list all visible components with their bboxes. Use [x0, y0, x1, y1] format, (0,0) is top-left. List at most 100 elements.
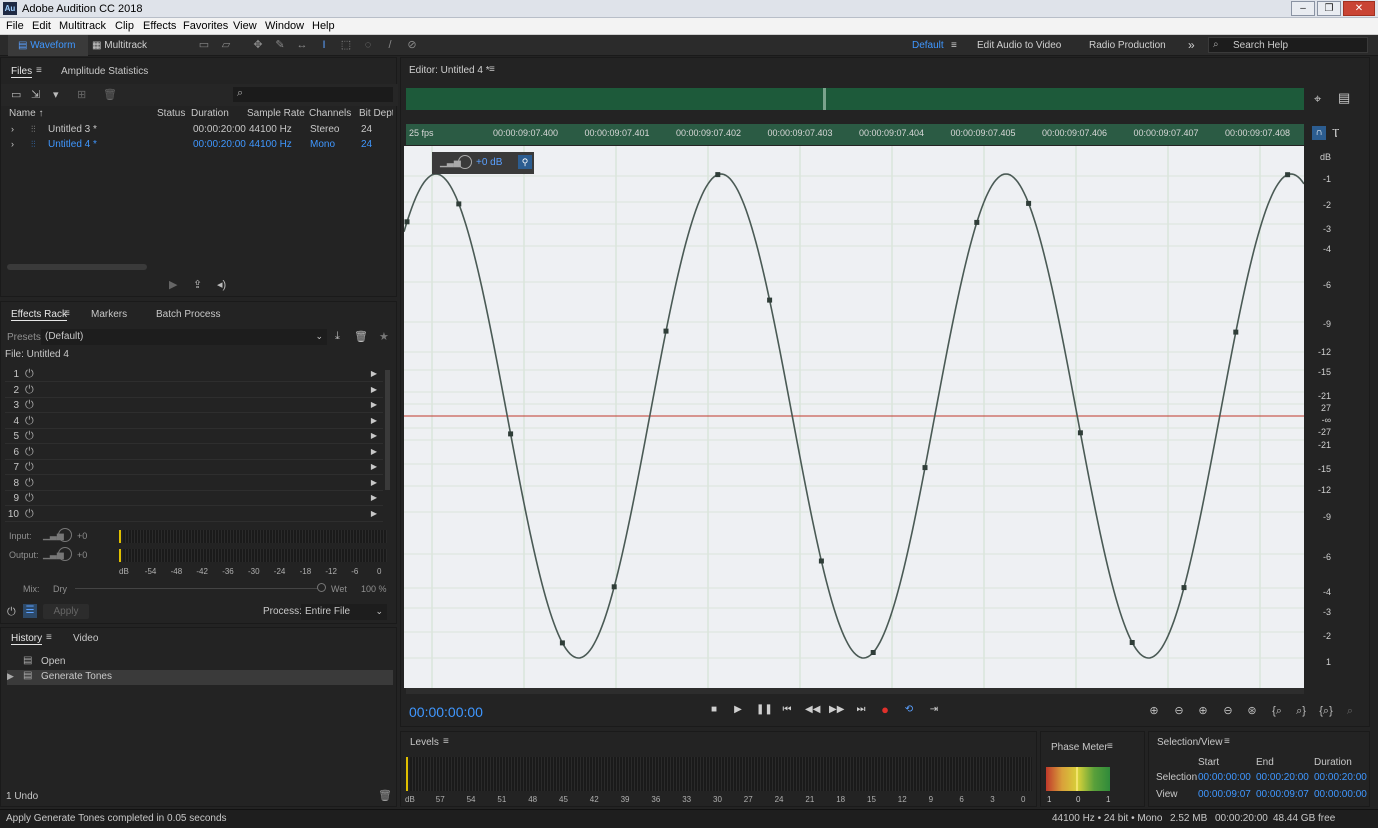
tab-files[interactable]: Files [11, 66, 33, 78]
apply-button[interactable]: Apply [43, 604, 89, 619]
selection-start[interactable]: 00:00:00:00 [1198, 772, 1251, 783]
sample-point[interactable] [559, 640, 565, 646]
process-dropdown[interactable]: Entire File ⌄ [301, 604, 387, 620]
power-icon[interactable]: ⏻ [25, 477, 34, 490]
play-history-icon[interactable]: ▶ [7, 671, 14, 682]
panel-menu-icon[interactable]: ≡ [1107, 741, 1113, 752]
effect-slot[interactable]: 10 ⏻ ▶ [5, 507, 383, 522]
play-button[interactable]: ▶ [731, 703, 745, 717]
slip-tool-icon[interactable]: ↔ [296, 39, 308, 51]
open-file-icon[interactable]: ▭ [11, 88, 21, 101]
effect-slot[interactable]: 3 ⏻ ▶ [5, 398, 383, 413]
sample-point[interactable] [1233, 329, 1239, 335]
zoom-navigator-icon[interactable]: ⌖ [1314, 91, 1321, 107]
slot-arrow-icon[interactable]: ▶ [371, 509, 377, 518]
effects-scrollbar[interactable] [385, 370, 390, 490]
effect-slot[interactable]: 9 ⏻ ▶ [5, 491, 383, 506]
timeline-ruler[interactable]: 25 fps 00:00:09:07.400 00:00:09:07.401 00:… [406, 124, 1304, 145]
stop-button[interactable]: ■ [707, 703, 721, 717]
menu-file[interactable]: File [6, 20, 24, 32]
waveform-view-button[interactable]: ▤ Waveform [8, 35, 88, 56]
zoom-out-amplitude-icon[interactable]: ⊖ [1170, 703, 1188, 719]
editor-tab[interactable]: Editor: Untitled 4 * [409, 65, 490, 76]
tab-video[interactable]: Video [73, 633, 98, 644]
col-bit-depth[interactable]: Bit Depth [359, 108, 393, 119]
go-to-start-button[interactable]: ⏮ [780, 703, 794, 717]
overview-zoom-handle[interactable] [823, 88, 826, 110]
menu-edit[interactable]: Edit [32, 20, 51, 32]
sample-point[interactable] [611, 584, 617, 590]
menu-clip[interactable]: Clip [115, 20, 134, 32]
power-icon[interactable]: ⏻ [25, 415, 34, 428]
slot-arrow-icon[interactable]: ▶ [371, 431, 377, 440]
menu-multitrack[interactable]: Multitrack [59, 20, 106, 32]
workspace-edit-audio-to-video[interactable]: Edit Audio to Video [977, 35, 1061, 56]
power-icon[interactable]: ⏻ [25, 399, 34, 412]
panel-menu-icon[interactable]: ≡ [489, 64, 495, 75]
sample-point[interactable] [1026, 200, 1032, 206]
sample-point[interactable] [508, 431, 514, 437]
pitch-display-icon[interactable]: ▱ [220, 39, 232, 51]
auto-play-icon[interactable]: ◂) [217, 278, 226, 291]
tab-markers[interactable]: Markers [91, 309, 127, 320]
import-file-icon[interactable]: ⇲ [31, 88, 40, 101]
effect-slot[interactable]: 5 ⏻ ▶ [5, 429, 383, 444]
menu-help[interactable]: Help [312, 20, 335, 32]
current-time[interactable]: 00:00:00:00 [409, 704, 483, 720]
col-channels[interactable]: Channels [309, 108, 351, 119]
expand-icon[interactable]: › [11, 139, 14, 149]
zoom-in-time-icon[interactable]: ⊕ [1194, 703, 1212, 719]
effect-slot[interactable]: 2 ⏻ ▶ [5, 383, 383, 398]
slot-arrow-icon[interactable]: ▶ [371, 462, 377, 471]
razor-tool-icon[interactable]: ✎ [274, 39, 286, 51]
delete-file-icon[interactable]: 🗑 [103, 88, 117, 101]
workspace-radio-production[interactable]: Radio Production [1089, 35, 1166, 56]
maximize-button[interactable]: ❐ [1317, 1, 1341, 16]
input-gain-knob[interactable] [58, 528, 72, 542]
lasso-tool-icon[interactable]: ◌ [362, 39, 374, 51]
slot-arrow-icon[interactable]: ▶ [371, 369, 377, 378]
panel-menu-icon[interactable]: ≡ [1224, 736, 1230, 747]
record-button[interactable]: ● [878, 703, 892, 717]
close-button[interactable]: ✕ [1343, 1, 1375, 16]
play-icon[interactable]: ▶ [169, 278, 177, 291]
spot-healing-tool-icon[interactable]: ⊘ [406, 39, 418, 51]
file-row[interactable]: › ⫶⫶ Untitled 4 * 00:00:20:00 44100 Hz M… [1, 138, 393, 153]
tab-batch-process[interactable]: Batch Process [156, 309, 220, 320]
save-preset-icon[interactable]: ⤓ [335, 330, 340, 343]
snap-icon[interactable]: ∩ [1312, 126, 1326, 140]
sample-point[interactable] [663, 328, 669, 334]
menu-view[interactable]: View [233, 20, 257, 32]
loop-icon[interactable]: ⇪ [193, 278, 202, 291]
waveform-overview[interactable] [406, 88, 1304, 110]
effect-slot[interactable]: 1 ⏻ ▶ [5, 367, 383, 382]
power-icon[interactable]: ⏻ [25, 430, 34, 443]
sample-point[interactable] [715, 172, 721, 178]
rewind-button[interactable]: ◀◀ [805, 703, 820, 717]
sample-point[interactable] [922, 465, 928, 471]
sample-point[interactable] [767, 297, 773, 303]
spectral-display-icon[interactable]: ▭ [198, 39, 210, 51]
mix-slider-handle[interactable] [317, 583, 326, 592]
delete-history-icon[interactable]: 🗑 [378, 789, 392, 802]
mix-slider-track[interactable] [75, 588, 319, 589]
list-icon[interactable]: ☰ [23, 604, 37, 618]
selection-duration[interactable]: 00:00:20:00 [1314, 772, 1367, 783]
favorite-star-icon[interactable]: ★ [379, 330, 389, 343]
zoom-in-amplitude-icon[interactable]: ⊕ [1145, 703, 1163, 719]
power-icon[interactable]: ⏻ [25, 508, 34, 521]
col-status[interactable]: Status [157, 108, 185, 119]
slot-arrow-icon[interactable]: ▶ [371, 478, 377, 487]
more-workspaces-button[interactable]: » [1188, 35, 1195, 56]
presets-dropdown[interactable]: (Default) ⌄ [41, 329, 327, 345]
power-icon[interactable]: ⏻ [25, 446, 34, 459]
waveform-display[interactable]: ▁▃▅ +0 dB ⚲ [404, 146, 1304, 688]
skip-selection-button[interactable]: ⇥ [927, 703, 941, 717]
pin-icon[interactable]: ⚲ [518, 155, 532, 169]
tab-amplitude-statistics[interactable]: Amplitude Statistics [61, 66, 148, 77]
sample-point[interactable] [870, 650, 876, 655]
col-duration[interactable]: Duration [191, 108, 229, 119]
view-start[interactable]: 00:00:09:07 [1198, 789, 1251, 800]
menu-window[interactable]: Window [265, 20, 304, 32]
delete-preset-icon[interactable]: 🗑 [354, 330, 368, 343]
